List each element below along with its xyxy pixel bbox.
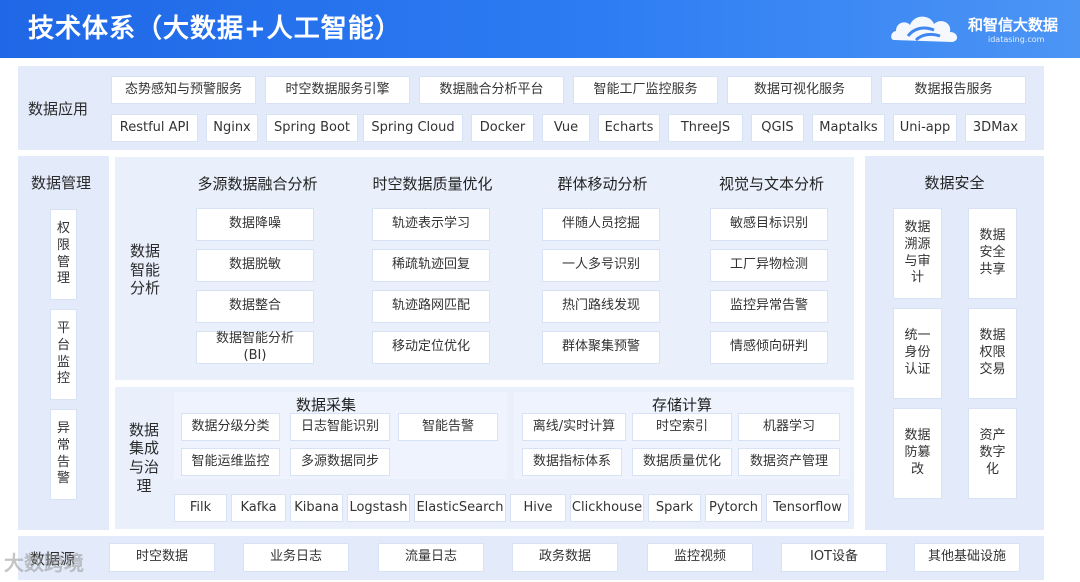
analysis-item-box: 移动定位优化 [372, 331, 490, 364]
analysis-column-title: 时空数据质量优化 [372, 175, 493, 193]
application-service-box: 数据可视化服务 [727, 76, 872, 104]
application-tech-box: Spring Cloud [363, 114, 463, 142]
analysis-item-box: 情感倾向研判 [710, 331, 828, 364]
brand-url: idatasing.com [988, 35, 1045, 44]
storage-compute-title: 存储计算 [651, 396, 712, 414]
integration-tech-box: Filk [174, 494, 227, 522]
integration-tech-box: Clickhouse [570, 494, 644, 522]
intelligent-analysis-label: 数据智能分析 [129, 241, 160, 298]
analysis-item-box: 热门路线发现 [542, 290, 660, 323]
application-tech-box: 3DMax [965, 114, 1026, 142]
storage-compute-item-box: 机器学习 [738, 413, 840, 441]
application-service-box: 时空数据服务引擎 [265, 76, 410, 104]
data-security-panel [865, 156, 1044, 530]
application-tech-box: Uni-app [893, 114, 957, 142]
security-item-box: 资产数字化 [968, 408, 1017, 499]
security-item-box: 数据安全共享 [968, 208, 1017, 299]
storage-compute-item-box: 离线/实时计算 [522, 413, 626, 441]
application-service-box: 态势感知与预警服务 [111, 76, 256, 104]
platform-monitoring-box: 平台监控 [50, 309, 77, 400]
watermark: 大数跨境 [4, 551, 84, 575]
security-item-box: 数据权限交易 [968, 308, 1017, 399]
analysis-item-box: 群体聚集预警 [542, 331, 660, 364]
application-tech-box: Echarts [598, 114, 660, 142]
permission-management-box: 权限管理 [50, 209, 77, 300]
analysis-item-box: 稀疏轨迹回复 [372, 249, 490, 282]
analysis-column-title: 群体移动分析 [557, 175, 648, 193]
data-integration-label: 数据集成与治理 [128, 420, 159, 495]
application-tech-box: Spring Boot [266, 114, 358, 142]
brand-name: 和智信大数据 [968, 16, 1059, 34]
data-collection-title: 数据采集 [295, 396, 356, 414]
analysis-item-box: 数据智能分析 (BI) [196, 331, 314, 364]
data-collection-item-box: 智能告警 [398, 413, 498, 441]
data-source-item-box: 时空数据 [109, 543, 215, 572]
storage-compute-item-box: 时空索引 [632, 413, 732, 441]
cloud-logo-icon [891, 16, 958, 42]
application-service-box: 数据报告服务 [881, 76, 1026, 104]
analysis-item-box: 数据降噪 [196, 208, 314, 241]
application-service-box: 智能工厂监控服务 [573, 76, 718, 104]
data-source-item-box: 业务日志 [243, 543, 349, 572]
data-security-label: 数据安全 [924, 174, 985, 192]
integration-tech-box: Spark [648, 494, 701, 522]
data-collection-item-box: 数据分级分类 [181, 413, 280, 441]
integration-tech-box: Logstash [347, 494, 410, 522]
integration-tech-box: Hive [510, 494, 566, 522]
analysis-item-box: 一人多号识别 [542, 249, 660, 282]
integration-tech-box: Tensorflow [766, 494, 849, 522]
analysis-item-box: 工厂异物检测 [710, 249, 828, 282]
security-item-box: 数据溯源与审计 [893, 208, 942, 299]
security-item-box: 数据防篡改 [893, 408, 942, 499]
application-tech-box: QGIS [751, 114, 804, 142]
analysis-item-box: 数据脱敏 [196, 249, 314, 282]
data-source-item-box: 其他基础设施 [914, 543, 1020, 572]
analysis-item-box: 轨迹表示学习 [372, 208, 490, 241]
security-item-box: 统一身份认证 [893, 308, 942, 399]
storage-compute-item-box: 数据资产管理 [738, 448, 840, 476]
application-tech-box: Nginx [206, 114, 258, 142]
data-collection-item-box: 多源数据同步 [290, 448, 390, 476]
data-collection-item-box: 日志智能识别 [290, 413, 390, 441]
analysis-item-box: 数据整合 [196, 290, 314, 323]
data-source-item-box: IOT设备 [781, 543, 887, 572]
data-source-item-box: 监控视频 [647, 543, 753, 572]
analysis-item-box: 敏感目标识别 [710, 208, 828, 241]
application-service-box: 数据融合分析平台 [419, 76, 564, 104]
storage-compute-item-box: 数据指标体系 [522, 448, 622, 476]
analysis-column-title: 多源数据融合分析 [197, 175, 318, 193]
analysis-item-box: 伴随人员挖掘 [542, 208, 660, 241]
data-application-label: 数据应用 [28, 100, 89, 118]
analysis-column-title: 视觉与文本分析 [718, 175, 824, 193]
integration-tech-box: Kibana [290, 494, 343, 522]
data-management-label: 数据管理 [31, 174, 92, 192]
page-title: 技术体系（大数据+人工智能） [28, 14, 402, 44]
analysis-item-box: 监控异常告警 [710, 290, 828, 323]
integration-tech-box: Kafka [231, 494, 286, 522]
anomaly-alert-box: 异常告警 [50, 409, 77, 500]
application-tech-box: Docker [471, 114, 534, 142]
application-tech-box: ThreeJS [668, 114, 743, 142]
storage-compute-item-box: 数据质量优化 [632, 448, 732, 476]
application-tech-box: Vue [542, 114, 590, 142]
integration-tech-box: Pytorch [705, 494, 762, 522]
application-tech-box: Restful API [111, 114, 198, 142]
data-source-item-box: 政务数据 [512, 543, 618, 572]
application-tech-box: Maptalks [812, 114, 885, 142]
integration-tech-box: ElasticSearch [414, 494, 506, 522]
analysis-item-box: 轨迹路网匹配 [372, 290, 490, 323]
data-source-item-box: 流量日志 [378, 543, 484, 572]
data-collection-item-box: 智能运维监控 [181, 448, 280, 476]
